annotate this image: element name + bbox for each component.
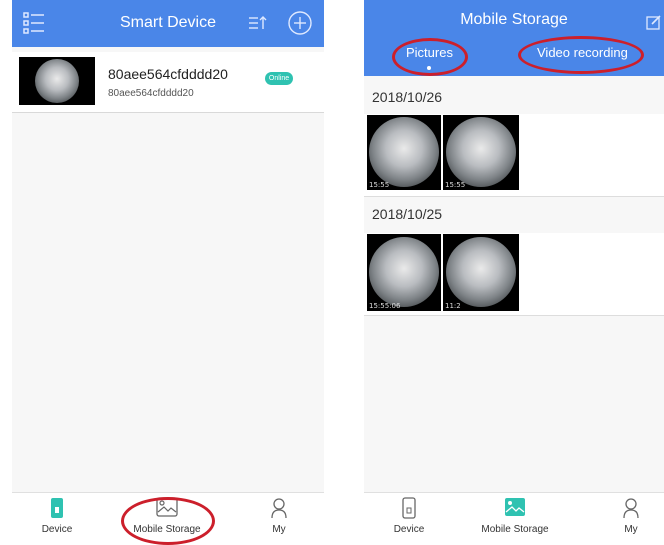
image-icon [504, 497, 526, 522]
picture-thumbnail[interactable]: 11:2 [443, 234, 519, 311]
media-grid: 15:55:06 11:2 [364, 233, 664, 316]
page-title: Mobile Storage [460, 11, 568, 28]
timestamp: 15:55 [369, 181, 390, 189]
timestamp: 15:55:06 [369, 302, 401, 310]
timestamp: 15:55 [445, 181, 466, 189]
tab-mobile-storage[interactable]: Mobile Storage [470, 493, 560, 539]
edit-icon[interactable] [646, 14, 662, 35]
tab-label: My [624, 524, 638, 535]
top-bar: Smart Device [12, 0, 324, 47]
device-name: 80aee564cfdddd20 [108, 66, 228, 82]
picture-thumbnail[interactable]: 15:55 [367, 115, 441, 190]
user-icon [270, 497, 288, 524]
add-device-icon[interactable] [287, 10, 313, 41]
tab-label: Device [393, 524, 425, 535]
bottom-tab-bar: Device Mobile Storage My [364, 492, 664, 539]
tab-my[interactable]: My [586, 493, 664, 539]
tab-device[interactable]: Device [12, 493, 102, 539]
tab-label: My [272, 524, 286, 535]
media-grid: 15:55 15:55 [364, 114, 664, 197]
user-icon [622, 497, 640, 524]
date-header: 2018/10/26 [372, 89, 443, 105]
tab-label: Device [41, 524, 73, 535]
page-title: Smart Device [119, 14, 217, 31]
sort-icon[interactable] [248, 14, 268, 37]
tab-my[interactable]: My [234, 493, 324, 539]
mobile-storage-screen: Mobile Storage Pictures Video recording … [364, 0, 664, 539]
device-list-item[interactable]: 80aee564cfdddd20 80aee564cfdddd20 Online [12, 52, 324, 113]
timestamp: 11:2 [445, 302, 461, 310]
phone-device-icon [402, 497, 416, 524]
picture-thumbnail[interactable]: 15:55 [443, 115, 519, 190]
phone-device-icon [50, 497, 64, 524]
device-thumbnail [19, 57, 95, 105]
highlight-circle-mobile-storage [121, 497, 215, 545]
highlight-circle-video-recording [518, 36, 644, 74]
device-id: 80aee564cfdddd20 [108, 88, 194, 99]
highlight-circle-pictures [392, 38, 468, 76]
picture-thumbnail[interactable]: 15:55:06 [367, 234, 441, 311]
date-header: 2018/10/25 [372, 206, 443, 222]
tab-device[interactable]: Device [364, 493, 454, 539]
smart-device-screen: Smart Device 80aee564cfdddd20 80aee564cf… [12, 0, 324, 539]
status-badge: Online [265, 72, 293, 85]
tab-label: Mobile Storage [481, 524, 549, 535]
